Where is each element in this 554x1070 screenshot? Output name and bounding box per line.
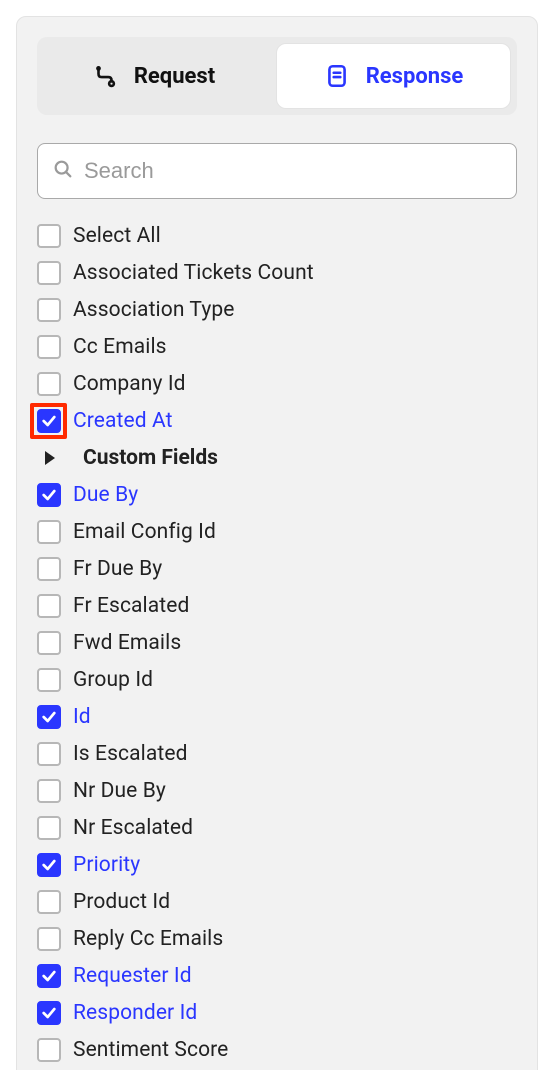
field-picker-panel: Request Response Select AllAss <box>16 16 538 1070</box>
tab-response-label: Response <box>366 64 464 89</box>
checkbox[interactable] <box>37 261 61 285</box>
field-row[interactable]: Is Escalated <box>37 735 517 772</box>
field-label: Id <box>73 705 91 729</box>
field-row[interactable]: Company Id <box>37 365 517 402</box>
checkbox[interactable] <box>37 224 61 248</box>
field-label: Fwd Emails <box>73 631 181 655</box>
field-row[interactable]: Reply Cc Emails <box>37 920 517 957</box>
search-input[interactable] <box>84 158 502 184</box>
field-label: Associated Tickets Count <box>73 261 314 285</box>
field-label: Sentiment Score <box>73 1038 228 1062</box>
field-label: Nr Escalated <box>73 816 193 840</box>
field-row[interactable]: Id <box>37 698 517 735</box>
field-row[interactable]: Email Config Id <box>37 513 517 550</box>
route-icon <box>92 63 118 89</box>
field-row[interactable]: Responder Id <box>37 994 517 1031</box>
field-label: Requester Id <box>73 964 192 988</box>
search-wrap <box>37 143 517 199</box>
checkbox[interactable] <box>37 594 61 618</box>
checkbox[interactable] <box>37 668 61 692</box>
caret-right-icon <box>45 451 55 465</box>
checkbox[interactable] <box>37 1001 61 1025</box>
field-label: Due By <box>73 483 138 507</box>
field-row[interactable]: Association Type <box>37 291 517 328</box>
tab-response[interactable]: Response <box>276 43 511 109</box>
checkbox[interactable] <box>37 779 61 803</box>
checkbox[interactable] <box>37 483 61 507</box>
document-icon <box>324 63 350 89</box>
field-row[interactable]: Nr Escalated <box>37 809 517 846</box>
group-label: Custom Fields <box>83 446 218 470</box>
field-label: Priority <box>73 853 140 877</box>
checkbox[interactable] <box>37 557 61 581</box>
field-label: Group Id <box>73 668 153 692</box>
field-label: Company Id <box>73 372 186 396</box>
tabs: Request Response <box>37 37 517 115</box>
field-row[interactable]: Nr Due By <box>37 772 517 809</box>
field-row[interactable]: Due By <box>37 476 517 513</box>
field-row[interactable]: Sentiment Score <box>37 1031 517 1068</box>
checkbox[interactable] <box>37 372 61 396</box>
field-label: Fr Due By <box>73 557 162 581</box>
field-label: Is Escalated <box>73 742 188 766</box>
checkbox[interactable] <box>37 964 61 988</box>
field-row[interactable]: Fr Escalated <box>37 587 517 624</box>
field-label: Created At <box>73 409 173 433</box>
field-label: Responder Id <box>73 1001 197 1025</box>
tab-request-label: Request <box>134 64 215 89</box>
field-row[interactable]: Fr Due By <box>37 550 517 587</box>
tab-request[interactable]: Request <box>37 37 270 115</box>
checkbox[interactable] <box>37 705 61 729</box>
checkbox[interactable] <box>37 298 61 322</box>
checkbox[interactable] <box>37 890 61 914</box>
search-icon <box>52 158 74 184</box>
field-label: Product Id <box>73 890 170 914</box>
field-row[interactable]: Group Id <box>37 661 517 698</box>
field-row[interactable]: Priority <box>37 846 517 883</box>
field-row[interactable]: Requester Id <box>37 957 517 994</box>
field-label: Select All <box>73 224 161 248</box>
field-label: Nr Due By <box>73 779 166 803</box>
field-label: Association Type <box>73 298 234 322</box>
field-list: Select All Associated Tickets Count Associ… <box>17 217 537 1068</box>
checkbox[interactable] <box>37 1038 61 1062</box>
checkbox[interactable] <box>37 335 61 359</box>
checkbox[interactable] <box>37 520 61 544</box>
field-label: Reply Cc Emails <box>73 927 223 951</box>
field-label: Cc Emails <box>73 335 167 359</box>
group-custom-fields[interactable]: Custom Fields <box>37 439 517 476</box>
checkbox[interactable] <box>37 816 61 840</box>
field-row[interactable]: Fwd Emails <box>37 624 517 661</box>
checkbox[interactable] <box>37 742 61 766</box>
checkbox[interactable] <box>37 853 61 877</box>
search-box[interactable] <box>37 143 517 199</box>
checkbox[interactable] <box>37 631 61 655</box>
field-row[interactable]: Select All <box>37 217 517 254</box>
field-row[interactable]: Cc Emails <box>37 328 517 365</box>
field-row[interactable]: Associated Tickets Count <box>37 254 517 291</box>
checkbox[interactable] <box>37 409 61 433</box>
checkbox[interactable] <box>37 927 61 951</box>
field-label: Fr Escalated <box>73 594 189 618</box>
field-row[interactable]: Created At <box>37 402 517 439</box>
field-label: Email Config Id <box>73 520 216 544</box>
field-row[interactable]: Product Id <box>37 883 517 920</box>
